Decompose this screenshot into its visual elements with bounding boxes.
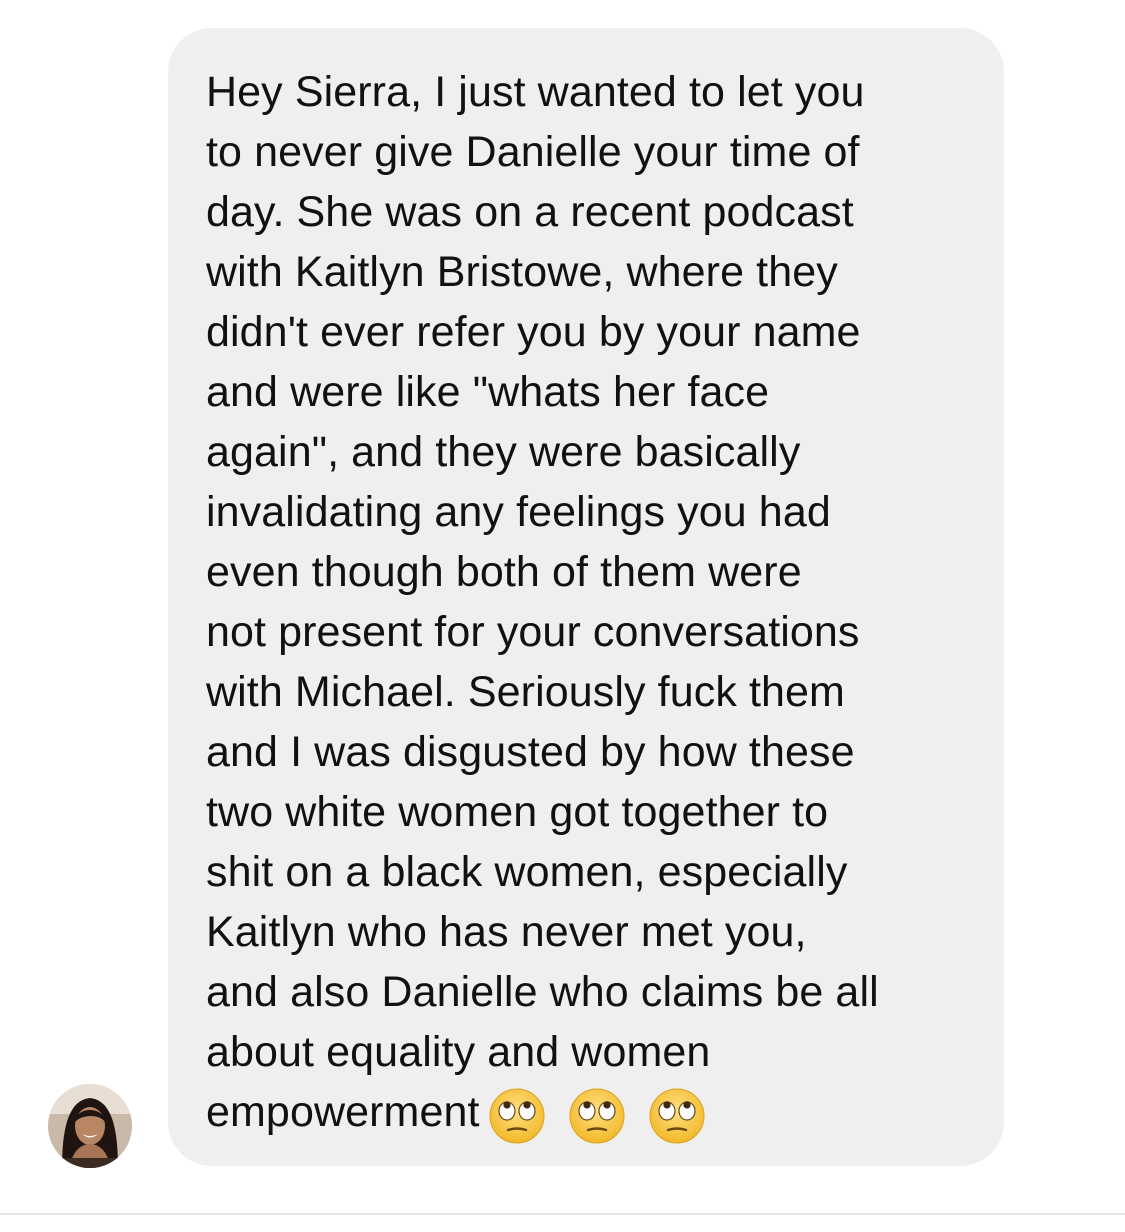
emoji-row xyxy=(488,1084,716,1146)
message-line-text: empowerment xyxy=(206,1088,480,1136)
face-with-rolling-eyes-icon xyxy=(489,1088,545,1144)
message-line: with Michael. Seriously fuck them xyxy=(206,668,845,716)
message-line: Hey Sierra, I just wanted to let you xyxy=(206,68,865,116)
message-line: not present for your conversations xyxy=(206,608,860,656)
face-with-rolling-eyes-icon xyxy=(649,1088,705,1144)
message-line: and were like "whats her face xyxy=(206,368,770,416)
bottom-divider xyxy=(0,1213,1125,1215)
message-line: with Kaitlyn Bristowe, where they xyxy=(206,248,838,296)
message-line: day. She was on a recent podcast xyxy=(206,188,854,236)
message-line: about equality and women xyxy=(206,1028,711,1076)
message-line: and I was disgusted by how these xyxy=(206,728,855,776)
sender-avatar[interactable] xyxy=(48,1084,132,1168)
message-line: invalidating any feelings you had xyxy=(206,488,831,536)
message-last-line: empowerment xyxy=(206,1082,984,1145)
avatar-photo-icon xyxy=(48,1084,132,1168)
message-line: to never give Danielle your time of xyxy=(206,128,860,176)
face-with-rolling-eyes-icon xyxy=(569,1088,625,1144)
message-line: Kaitlyn who has never met you, xyxy=(206,908,807,956)
message-line: two white women got together to xyxy=(206,788,829,836)
message-line: didn't ever refer you by your name xyxy=(206,308,861,356)
message-line: and also Danielle who claims be all xyxy=(206,968,879,1016)
message-bubble[interactable]: Hey Sierra, I just wanted to let you to … xyxy=(168,28,1004,1166)
message-line: again", and they were basically xyxy=(206,428,801,476)
message-thread: Hey Sierra, I just wanted to let you to … xyxy=(0,0,1125,1232)
message-line: even though both of them were xyxy=(206,548,802,596)
message-line: shit on a black women, especially xyxy=(206,848,848,896)
